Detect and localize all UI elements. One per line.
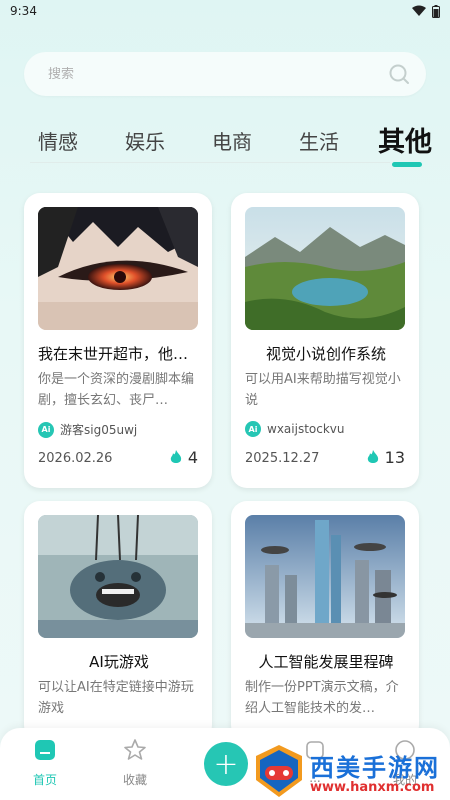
tab-life[interactable]: 生活: [299, 126, 339, 155]
search-bar[interactable]: [24, 52, 426, 96]
landscape-lake-image: [245, 207, 405, 330]
card-title: 视觉小说创作系统: [265, 345, 386, 363]
card-description: 可以用AI来帮助描写视觉小说: [245, 372, 401, 408]
watermark-url: www.hanxm.com: [310, 780, 435, 795]
hot-count: 13: [384, 448, 405, 467]
card-item[interactable]: 视觉小说创作系统 可以用AI来帮助描写视觉小说 Ai wxaijstockvu …: [231, 193, 419, 488]
card-item[interactable]: 人工智能发展里程碑 制作一份PPT演示文稿，介绍人工智能技术的发…: [231, 501, 419, 741]
tab-other[interactable]: 其他: [378, 120, 432, 159]
creature-water-image: [38, 515, 198, 638]
tabs-divider: [30, 162, 390, 163]
status-bar: 9:34: [0, 0, 450, 22]
card-date: 2025.12.27: [245, 451, 320, 466]
create-button[interactable]: +: [204, 742, 248, 786]
card-date: 2026.02.26: [38, 451, 113, 466]
status-icons: [412, 4, 440, 18]
card-author: Ai 游客sig05uwj: [38, 421, 137, 438]
nav-home-label: 首页: [32, 773, 57, 787]
flame-icon: [170, 450, 181, 463]
battery-icon: [432, 4, 440, 18]
card-item[interactable]: AI玩游戏 可以让AI在特定链接中游玩游戏: [24, 501, 212, 741]
gamepad-logo-icon: [256, 745, 302, 797]
card-description: 制作一份PPT演示文稿，介绍人工智能技术的发…: [245, 680, 399, 716]
nav-favorites[interactable]: 收藏: [110, 738, 160, 788]
search-input[interactable]: [48, 66, 348, 82]
star-icon: [124, 739, 146, 760]
card-hot-count: 13: [367, 448, 405, 467]
tab-ecommerce[interactable]: 电商: [212, 126, 252, 155]
flame-icon: [367, 450, 378, 463]
tab-active-indicator: [392, 162, 422, 167]
search-icon[interactable]: [388, 63, 410, 85]
card-description: 你是一个资深的漫剧脚本编剧，擅长玄幻、丧尸…: [38, 372, 195, 408]
category-tabs: 情感 娱乐 电商 生活 其他: [0, 118, 450, 168]
nav-home[interactable]: 首页: [20, 738, 70, 788]
futuristic-city-image: [245, 515, 405, 638]
status-time: 9:34: [10, 4, 37, 18]
card-title: 我在末世开超市，他…: [38, 345, 189, 363]
nav-favorites-label: 收藏: [122, 773, 147, 787]
home-icon: [35, 740, 55, 760]
ai-avatar-icon: Ai: [38, 421, 54, 438]
hot-count: 4: [187, 448, 198, 467]
author-name: wxaijstockvu: [267, 422, 345, 436]
watermark: 西美手游网 www.hanxm.com: [250, 742, 450, 800]
card-title: 人工智能发展里程碑: [258, 653, 394, 671]
card-item[interactable]: 我在末世开超市，他… 你是一个资深的漫剧脚本编剧，擅长玄幻、丧尸… Ai 游客s…: [24, 193, 212, 488]
tab-emotion[interactable]: 情感: [38, 126, 78, 155]
card-author: Ai wxaijstockvu: [245, 421, 345, 437]
watermark-text: 西美手游网: [310, 754, 440, 782]
card-title: AI玩游戏: [89, 653, 149, 671]
card-hot-count: 4: [170, 448, 198, 467]
tab-entertainment[interactable]: 娱乐: [125, 126, 165, 155]
anime-eye-image: [38, 207, 198, 330]
author-name: 游客sig05uwj: [60, 423, 138, 437]
plus-icon: +: [213, 746, 239, 782]
card-description: 可以让AI在特定链接中游玩游戏: [38, 680, 194, 716]
ai-avatar-icon: Ai: [245, 421, 261, 437]
wifi-icon: [412, 5, 426, 16]
